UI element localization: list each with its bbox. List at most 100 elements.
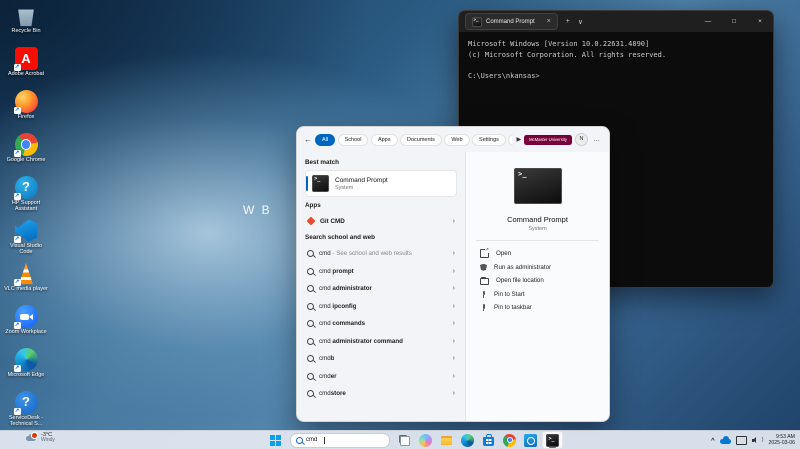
onedrive-cloud-icon[interactable] [720,436,731,444]
preview-subtitle: System [528,226,546,232]
store-icon [483,437,494,446]
search-icon [296,437,303,444]
console-line [468,61,764,71]
file-explorer-icon [440,434,453,447]
chevron-right-icon: › [453,338,455,345]
desktop-icon[interactable]: ↗ Adobe Acrobat [3,47,49,86]
taskbar-app-button[interactable] [479,432,498,448]
taskbar-app-button[interactable] [437,432,456,448]
desktop-icon[interactable]: ↗ ServiceDesk - Technical S... [3,391,49,430]
shortcut-arrow-badge: ↗ [14,64,21,71]
back-arrow-icon[interactable]: ← [304,135,312,144]
terminal-icon [546,434,559,447]
desktop-icon[interactable]: ↗ Visual Studio Code [3,219,49,258]
taskbar: -3°C Windy [0,430,800,449]
context-action-row[interactable]: Run as administrator [480,261,595,275]
taskbar-app-button[interactable] [395,432,414,448]
search-icon [307,355,314,362]
account-avatar[interactable]: N [575,133,588,146]
chevron-right-icon: › [453,390,455,397]
chevron-right-icon: › [453,355,455,362]
search-icon [307,268,314,275]
context-action-row[interactable]: Open file location [480,274,595,288]
pin-icon [480,291,487,298]
search-suggestion-row[interactable]: cmdb › [305,350,457,368]
chevron-right-icon: › [453,373,455,380]
search-suggestion-row[interactable]: cmder › [305,368,457,386]
desktop-icon-grid: Recycle Bin ↗ Adobe Acrobat ↗ Firefox [3,4,49,434]
filter-tab[interactable]: Apps [371,134,398,146]
desktop-icon[interactable]: ↗ Zoom Workplace [3,305,49,344]
search-suggestion-row[interactable]: cmd prompt › [305,263,457,281]
filter-tab[interactable]: Peo [508,134,513,146]
divider [476,240,599,241]
start-button[interactable] [266,432,285,448]
search-icon [307,338,314,345]
search-input[interactable] [306,437,366,443]
web-search-header: Search school and web [305,234,457,241]
desktop-icon-label: Adobe Acrobat [8,71,44,77]
chevron-right-icon: › [453,268,455,275]
task-view-icon [398,434,411,447]
minimize-button[interactable]: — [695,11,721,32]
search-suggestion-row[interactable]: cmd administrator command › [305,333,457,351]
search-suggestion-row[interactable]: cmd ipconfig › [305,298,457,316]
search-filter-bar: ← All School Apps Documents Web Settings… [297,127,609,152]
desktop-icon[interactable]: ↗ VLC media player [3,262,49,301]
windows-logo-icon [270,435,281,446]
tray-overflow-chevron-icon[interactable]: ^ [711,437,715,444]
shortcut-arrow-badge: ↗ [14,193,21,200]
context-action-row[interactable]: Pin to taskbar [480,301,595,315]
filter-tab[interactable]: Web [444,134,469,146]
search-icon [307,250,314,257]
desktop-icon-label: Microsoft Edge [8,372,45,378]
more-options-icon[interactable]: … [591,136,602,143]
cmd-icon [514,168,562,204]
taskbar-app-button[interactable] [542,431,563,449]
microsoft-edge-icon [461,434,474,447]
filter-tab[interactable]: All [315,134,335,146]
organization-badge[interactable]: McMaster University [524,135,572,145]
clock[interactable]: 9:53 AM 2025-03-06 [768,434,795,446]
search-results-column: Best match Command Prompt System Apps [297,152,465,421]
app-result-row[interactable]: Git CMD › [305,213,457,229]
taskbar-search-box[interactable] [290,433,390,448]
tab-close-icon[interactable]: × [547,18,551,25]
tab-dropdown-icon[interactable]: ∨ [578,18,583,26]
folder-icon [480,278,489,285]
taskbar-app-button[interactable] [500,432,519,448]
filter-tab[interactable]: Documents [400,134,442,146]
taskbar-app-button[interactable] [416,432,435,448]
speaker-icon[interactable] [752,436,761,444]
context-action-row[interactable]: Pin to Start [480,288,595,302]
maximize-button[interactable]: □ [721,11,747,32]
taskbar-app-button[interactable] [521,432,540,448]
preview-title: Command Prompt [507,215,568,224]
search-suggestion-row[interactable]: cmd commands › [305,315,457,333]
taskbar-app-button[interactable] [458,432,477,448]
desktop-icon[interactable]: ↗ Firefox [3,90,49,129]
shortcut-arrow-badge: ↗ [14,322,21,329]
new-tab-button[interactable]: + [566,18,570,25]
display-tray-icon[interactable] [736,436,747,445]
weather-widget[interactable]: -3°C Windy [26,432,55,444]
desktop-icon-label: Google Chrome [7,157,46,163]
best-match-item[interactable]: Command Prompt System [305,170,457,197]
close-button[interactable]: × [747,11,773,32]
desktop-icon[interactable]: ↗ HP Support Assistant [3,176,49,215]
search-icon [307,320,314,327]
tabs-overflow-icon[interactable]: ▶ [516,136,521,143]
context-action-row[interactable]: Open [480,247,595,261]
terminal-tab[interactable]: Command Prompt × [465,13,558,30]
tray-date: 2025-03-06 [768,440,795,446]
copilot-icon [419,434,432,447]
desktop-icon[interactable]: Recycle Bin [3,4,49,43]
filter-tab[interactable]: School [338,134,369,146]
desktop-icon[interactable]: ↗ Microsoft Edge [3,348,49,387]
search-suggestion-row[interactable]: cmd administrator › [305,280,457,298]
filter-tab[interactable]: Settings [472,134,506,146]
desktop-icon[interactable]: ↗ Google Chrome [3,133,49,172]
terminal-tab-title: Command Prompt [486,19,535,25]
search-suggestion-row[interactable]: cmdstore › [305,385,457,403]
search-suggestion-row[interactable]: cmd - See school and web results › [305,245,457,263]
